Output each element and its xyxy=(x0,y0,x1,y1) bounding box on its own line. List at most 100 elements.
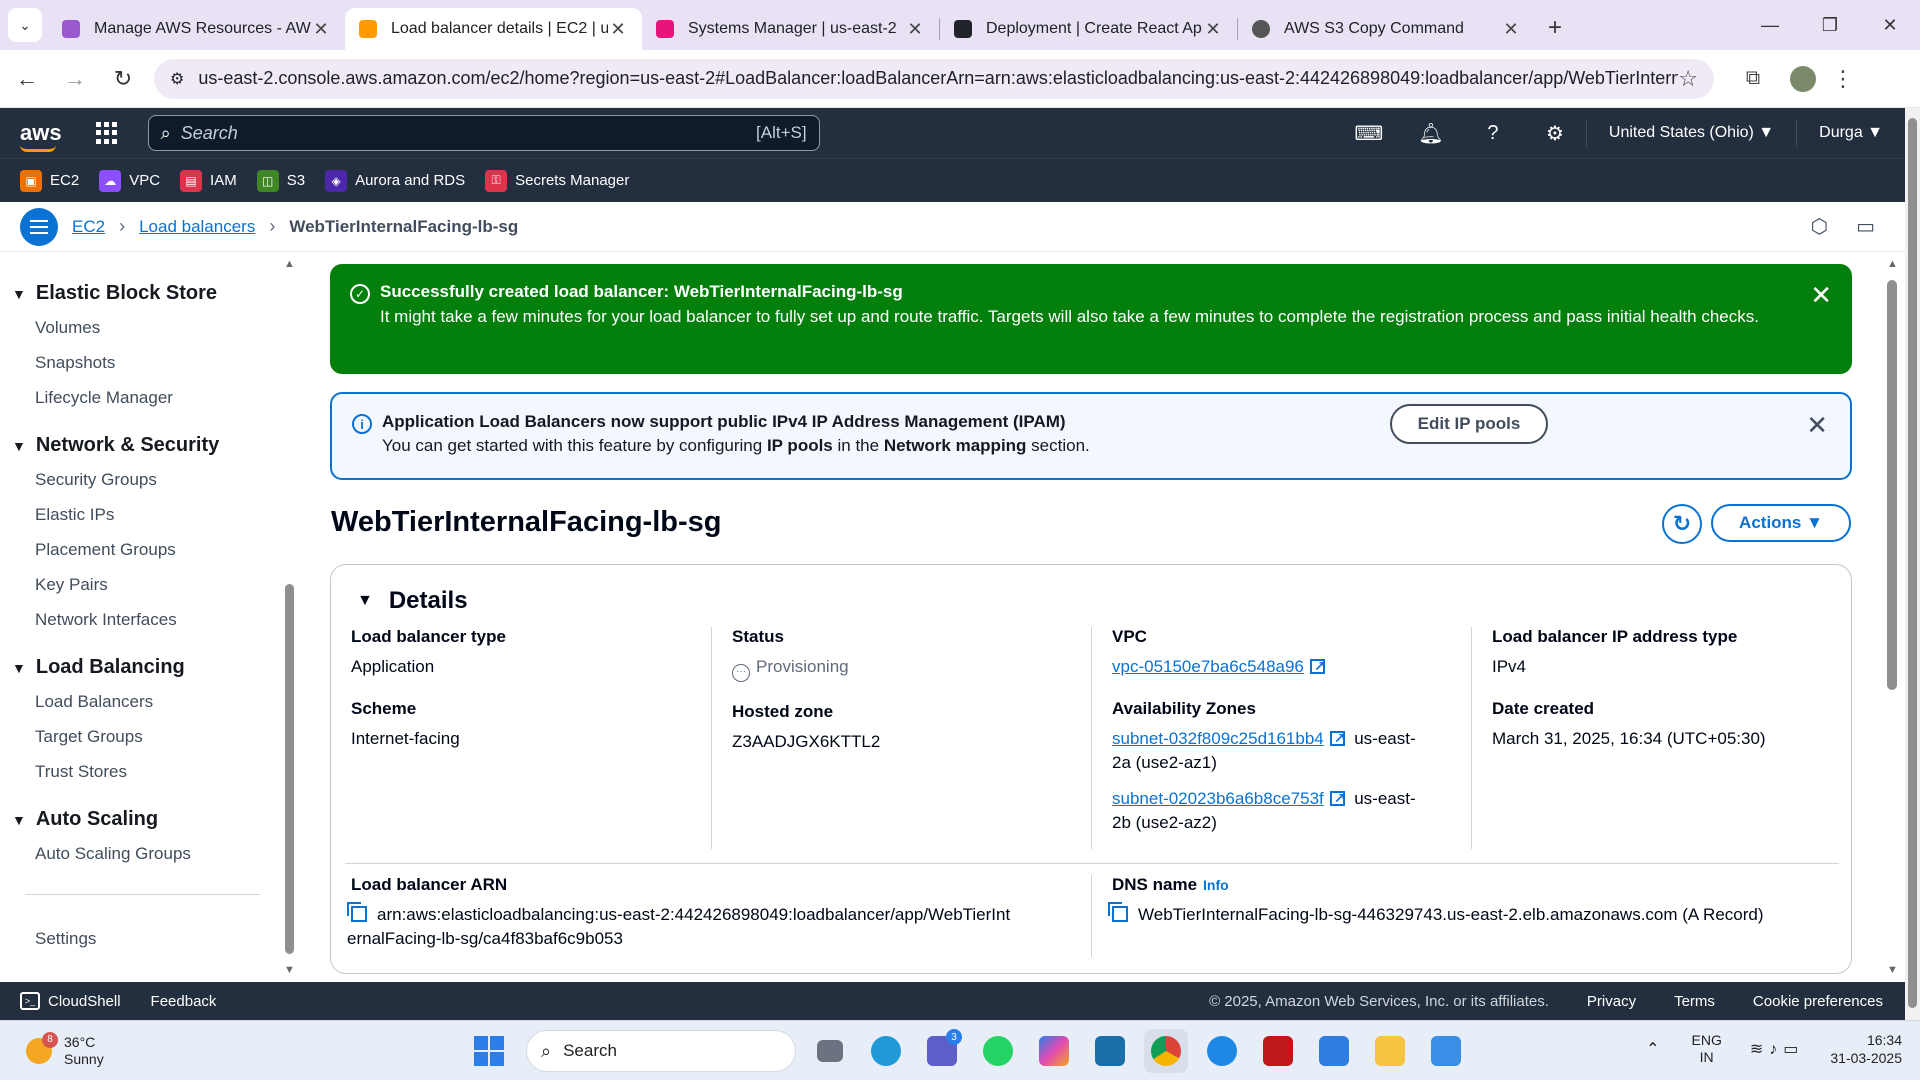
feedback-hexagon-icon[interactable]: ⬡ xyxy=(1811,214,1828,239)
nav-item-snapshots[interactable]: Snapshots xyxy=(35,353,115,373)
mysql-workbench-icon[interactable] xyxy=(1088,1029,1132,1073)
help-icon[interactable]: ? xyxy=(1462,108,1524,158)
edit-ip-pools-button[interactable]: Edit IP pools xyxy=(1390,404,1548,444)
copy-arn-icon[interactable] xyxy=(347,902,367,922)
chrome-icon[interactable] xyxy=(1144,1029,1188,1073)
copilot-icon[interactable] xyxy=(1032,1029,1076,1073)
language-indicator[interactable]: ENG IN xyxy=(1692,1032,1722,1066)
minimize-icon[interactable]: — xyxy=(1740,0,1800,50)
dns-info-link[interactable]: Info xyxy=(1203,877,1229,893)
nav-item-settings[interactable]: Settings xyxy=(35,929,96,949)
taskbar-search[interactable]: ⌕ Search xyxy=(526,1030,796,1072)
terms-link[interactable]: Terms xyxy=(1674,993,1715,1010)
nav-item-trust-stores[interactable]: Trust Stores xyxy=(35,762,127,782)
region-selector[interactable]: United States (Ohio) ▼ xyxy=(1585,119,1796,147)
sidebar-scrollbar[interactable]: ▲ ▼ xyxy=(283,252,297,982)
help-tips-icon[interactable] xyxy=(1200,1029,1244,1073)
cloudshell-button[interactable]: >_ CloudShell xyxy=(20,992,121,1010)
refresh-button[interactable]: ↻ xyxy=(1662,504,1702,544)
main-scrollbar[interactable]: ▲ ▼ xyxy=(1884,252,1900,982)
details-header[interactable]: ▼ Details xyxy=(357,587,468,615)
tab-search-button[interactable]: ⌄ xyxy=(8,8,42,42)
page-scrollbar[interactable] xyxy=(1905,108,1920,1020)
nav-section-elastic-block-store[interactable]: ▼ Elastic Block Store xyxy=(12,282,217,305)
nav-item-key-pairs[interactable]: Key Pairs xyxy=(35,575,108,595)
tab-s3-copy[interactable]: AWS S3 Copy Command ✕ xyxy=(1238,8,1535,50)
show-hidden-icons-icon[interactable]: ⌃ xyxy=(1646,1039,1659,1059)
nav-item-target-groups[interactable]: Target Groups xyxy=(35,727,143,747)
services-grid-icon[interactable] xyxy=(95,122,118,144)
favorite-ec2[interactable]: ▣ EC2 xyxy=(20,169,79,192)
main-scroll-thumb[interactable] xyxy=(1887,280,1897,690)
nav-item-security-groups[interactable]: Security Groups xyxy=(35,470,157,490)
close-tab-icon[interactable]: ✕ xyxy=(1501,19,1521,40)
scroll-down-icon[interactable]: ▼ xyxy=(1887,964,1898,976)
notepad-icon[interactable] xyxy=(1424,1029,1468,1073)
tab-deployment[interactable]: Deployment | Create React App ✕ xyxy=(940,8,1237,50)
edge-icon[interactable] xyxy=(864,1029,908,1073)
nav-item-load-balancers[interactable]: Load Balancers xyxy=(35,692,153,712)
close-window-icon[interactable]: ✕ xyxy=(1860,0,1920,50)
favorite-secrets-manager[interactable]: ⚿ Secrets Manager xyxy=(485,169,629,192)
tab-manage-aws[interactable]: Manage AWS Resources - AWS ✕ xyxy=(48,8,345,50)
favorite-vpc[interactable]: ☁ VPC xyxy=(99,169,160,192)
mcafee-icon[interactable] xyxy=(1256,1029,1300,1073)
profile-avatar[interactable] xyxy=(1790,65,1816,92)
aws-search-input[interactable]: ⌕ Search [Alt+S] xyxy=(147,115,820,151)
side-nav-toggle-icon[interactable] xyxy=(20,207,58,246)
favorite-s3[interactable]: ◫ S3 xyxy=(256,169,305,192)
notifications-bell-icon[interactable]: 🔔︎ xyxy=(1400,108,1462,158)
teams-icon[interactable]: 3 xyxy=(920,1029,964,1073)
account-menu[interactable]: Durga ▼ xyxy=(1796,119,1905,147)
breadcrumb-load-balancers[interactable]: Load balancers xyxy=(139,217,255,237)
cloudshell-icon[interactable]: ⌨ xyxy=(1338,108,1400,158)
display-settings-icon[interactable]: ▭ xyxy=(1856,214,1875,239)
back-icon[interactable]: ← xyxy=(6,58,48,100)
site-info-icon[interactable]: ⚙ xyxy=(170,69,184,89)
privacy-link[interactable]: Privacy xyxy=(1587,993,1636,1010)
nav-item-network-interfaces[interactable]: Network Interfaces xyxy=(35,610,177,630)
dismiss-info-icon[interactable]: ✕ xyxy=(1806,410,1828,441)
settings-gear-icon[interactable]: ⚙ xyxy=(1524,108,1586,158)
address-bar[interactable]: ⚙ us-east-2.console.aws.amazon.com/ec2/h… xyxy=(154,58,1714,99)
windows-start-icon[interactable] xyxy=(474,1036,504,1066)
subnet-link-2[interactable]: subnet-02023b6a6b8ce753f xyxy=(1112,789,1324,808)
scroll-down-icon[interactable]: ▼ xyxy=(284,964,295,976)
vpc-link[interactable]: vpc-05150e7ba6c548a96 xyxy=(1112,657,1304,676)
tab-load-balancer-details[interactable]: Load balancer details | EC2 | us- ✕ xyxy=(345,8,642,50)
close-tab-icon[interactable]: ✕ xyxy=(905,19,925,40)
actions-dropdown[interactable]: Actions ▼ xyxy=(1711,504,1851,542)
cookie-preferences-link[interactable]: Cookie preferences xyxy=(1753,993,1883,1010)
task-view-icon[interactable] xyxy=(808,1029,852,1073)
breadcrumb-ec2[interactable]: EC2 xyxy=(72,217,105,237)
scroll-up-icon[interactable]: ▲ xyxy=(284,258,295,270)
nav-item-elastic-ips[interactable]: Elastic IPs xyxy=(35,505,114,525)
taskbar-clock[interactable]: 16:34 31-03-2025 xyxy=(1830,1031,1902,1067)
favorite-iam[interactable]: ▤ IAM xyxy=(180,169,237,192)
favorite-aurora-rds[interactable]: ◈ Aurora and RDS xyxy=(325,169,465,192)
browser-menu-icon[interactable]: ⋮ xyxy=(1832,66,1854,92)
close-tab-icon[interactable]: ✕ xyxy=(311,19,331,40)
close-tab-icon[interactable]: ✕ xyxy=(608,19,628,40)
subnet-link-1[interactable]: subnet-032f809c25d161bb4 xyxy=(1112,729,1324,748)
page-scroll-thumb[interactable] xyxy=(1908,118,1917,1008)
dismiss-success-icon[interactable]: ✕ xyxy=(1810,280,1832,311)
nav-section-auto-scaling[interactable]: ▼ Auto Scaling xyxy=(12,808,158,831)
feedback-link[interactable]: Feedback xyxy=(151,993,217,1010)
reload-icon[interactable]: ↻ xyxy=(102,58,144,100)
new-tab-icon[interactable]: + xyxy=(1535,14,1575,42)
tab-systems-manager[interactable]: Systems Manager | us-east-2 ✕ xyxy=(642,8,939,50)
forward-icon[interactable]: → xyxy=(54,58,96,100)
bookmark-star-icon[interactable]: ☆ xyxy=(1678,66,1698,92)
nav-section-network-security[interactable]: ▼ Network & Security xyxy=(12,434,219,457)
whatsapp-icon[interactable] xyxy=(976,1029,1020,1073)
nav-item-volumes[interactable]: Volumes xyxy=(35,318,100,338)
sidebar-scroll-thumb[interactable] xyxy=(285,584,294,954)
extensions-icon[interactable]: ⧉ xyxy=(1732,58,1774,100)
nav-item-auto-scaling-groups[interactable]: Auto Scaling Groups xyxy=(35,844,191,864)
nav-item-lifecycle-manager[interactable]: Lifecycle Manager xyxy=(35,388,173,408)
copy-dns-icon[interactable] xyxy=(1108,902,1128,922)
aws-logo[interactable]: aws xyxy=(20,120,62,152)
scroll-up-icon[interactable]: ▲ xyxy=(1887,258,1898,270)
file-explorer-icon[interactable] xyxy=(1368,1029,1412,1073)
